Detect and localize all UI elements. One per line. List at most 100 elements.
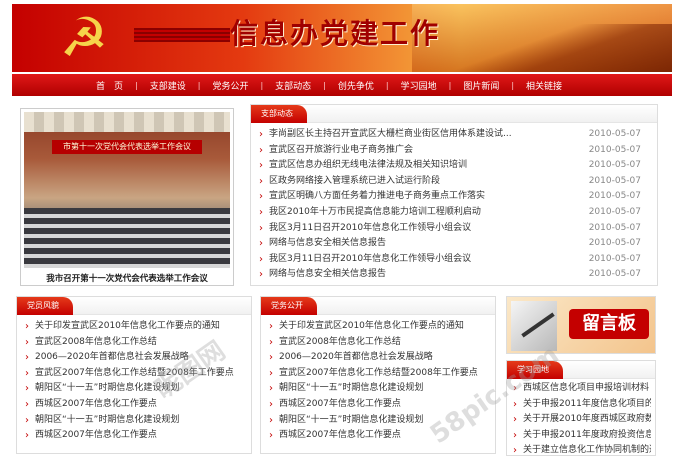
news-title[interactable]: 我区2010年十万市民提高信息能力培训工程顺利启动 (269, 207, 481, 217)
dynamics-list: 李尚副区长主持召开宣武区大栅栏商业街区信用体系建设试...2010-05-07 … (251, 123, 657, 283)
news-title[interactable]: 区政务网络接入管理系统已进入试运行阶段 (269, 176, 440, 186)
party-affairs-panel: 党务公开 关于印发宣武区2010年信息化工作要点的通知 宣武区2008年信息化工… (260, 296, 496, 454)
guestbook-banner[interactable]: 留言板 (506, 296, 656, 354)
party-affairs-list: 关于印发宣武区2010年信息化工作要点的通知 宣武区2008年信息化工作总结 2… (261, 315, 495, 444)
news-title[interactable]: 李尚副区长主持召开宣武区大栅栏商业街区信用体系建设试... (269, 129, 512, 139)
news-title[interactable]: 关于建立信息化工作协同机制的通知 (523, 445, 651, 455)
list-item[interactable]: 宣武区召开旅游行业电子商务推广会 2010-05-07 (259, 143, 649, 159)
news-title[interactable]: 朝阳区“十一五”时期信息化建设规划 (279, 383, 423, 393)
list-item[interactable]: 网络与信息安全相关信息报告 2010-05-07 (259, 236, 649, 252)
news-title[interactable]: 我区3月11日召开2010年信息化工作领导小组会议 (269, 254, 471, 264)
photo-caption[interactable]: 我市召开第十一次党代会代表选举工作会议 (24, 272, 230, 284)
photo-news[interactable]: 市第十一次党代会代表选举工作会议 我市召开第十一次党代会代表选举工作会议 (20, 108, 234, 286)
news-title[interactable]: 关于申报2011年度信息化项目的通... (523, 399, 651, 409)
news-title[interactable]: 西城区2007年信息化工作要点 (279, 399, 401, 409)
list-item[interactable]: 宣武区信息办组织无线电法律法规及相关知识培训 2010-05-07 (259, 158, 649, 174)
news-title[interactable]: 关于申报2011年度政府投资信息化... (523, 430, 651, 440)
list-item[interactable]: 李尚副区长主持召开宣武区大栅栏商业街区信用体系建设试... 2010-05-07 (259, 127, 649, 143)
nav-excellence[interactable]: 创先争优 (326, 79, 386, 92)
list-item[interactable]: 西城区2007年信息化工作要点 (25, 397, 243, 413)
dynamics-panel: 支部动态 李尚副区长主持召开宣武区大栅栏商业街区信用体系建设试... 2010-0… (250, 104, 658, 286)
news-title[interactable]: 宣武区信息办组织无线电法律法规及相关知识培训 (269, 160, 467, 170)
list-item[interactable]: 朝阳区“十一五”时期信息化建设规划 (269, 413, 487, 429)
mountain-decoration (432, 24, 672, 72)
party-build-panel: 党员风貌 关于印发宣武区2010年信息化工作要点的通知 宣武区2008年信息化工… (16, 296, 252, 454)
list-item[interactable]: 朝阳区“十一五”时期信息化建设规划 (269, 381, 487, 397)
nav-home[interactable]: 首 页 (84, 79, 135, 92)
news-title[interactable]: 我区3月11日召开2010年信息化工作领导小组会议 (269, 223, 471, 233)
guestbook-label[interactable]: 留言板 (569, 309, 649, 339)
news-date: 2010-05-07 (588, 144, 641, 155)
list-item[interactable]: 关于开展2010年度西城区政府数字主... (513, 412, 651, 428)
title-decoration (134, 28, 230, 42)
news-title[interactable]: 西城区信息化项目申报培训材料 (523, 383, 649, 393)
news-title[interactable]: 西城区2007年信息化工作要点 (35, 399, 157, 409)
list-item[interactable]: 西城区2007年信息化工作要点 (269, 428, 487, 444)
news-title[interactable]: 网络与信息安全相关信息报告 (269, 238, 386, 248)
list-item[interactable]: 宣武区明确八方面任务着力推进电子商务重点工作落实 2010-05-07 (259, 189, 649, 205)
stage-banner: 市第十一次党代会代表选举工作会议 (52, 140, 202, 154)
list-item[interactable]: 我区3月11日召开2010年信息化工作领导小组会议 2010-05-07 (259, 221, 649, 237)
nav-photo-news[interactable]: 图片新闻 (451, 79, 511, 92)
list-item[interactable]: 朝阳区“十一五”时期信息化建设规划 (25, 413, 243, 429)
news-date: 2010-05-07 (588, 191, 641, 202)
list-item[interactable]: 我区2010年十万市民提高信息能力培训工程顺利启动 2010-05-07 (259, 205, 649, 221)
news-title[interactable]: 2006—2020年首都信息社会发展战略 (279, 352, 433, 362)
news-title[interactable]: 西城区2007年信息化工作要点 (279, 430, 401, 440)
news-title[interactable]: 关于开展2010年度西城区政府数字主... (523, 414, 651, 424)
list-item[interactable]: 关于申报2011年度政府投资信息化... (513, 428, 651, 444)
main-nav: 首 页 | 支部建设 | 党务公开 | 支部动态 | 创先争优 | 学习园地 | 图片新闻 |… (12, 74, 672, 96)
list-item[interactable]: 西城区2007年信息化工作要点 (25, 428, 243, 444)
news-title[interactable]: 西城区2007年信息化工作要点 (35, 430, 157, 440)
news-title[interactable]: 宣武区明确八方面任务着力推进电子商务重点工作落实 (269, 191, 485, 201)
news-title[interactable]: 关于印发宣武区2010年信息化工作要点的通知 (35, 321, 220, 331)
news-date: 2010-05-07 (588, 129, 641, 139)
nav-study[interactable]: 学习园地 (389, 79, 449, 92)
news-date: 2010-05-07 (588, 175, 641, 186)
list-item[interactable]: 西城区信息化项目申报培训材料 (513, 381, 651, 397)
list-item[interactable]: 关于印发宣武区2010年信息化工作要点的通知 (25, 319, 243, 335)
list-item[interactable]: 关于印发宣武区2010年信息化工作要点的通知 (269, 319, 487, 335)
news-title[interactable]: 宣武区召开旅游行业电子商务推广会 (269, 145, 413, 155)
list-item[interactable]: 关于建立信息化工作协同机制的通知 (513, 443, 651, 459)
news-date: 2010-05-07 (588, 238, 641, 249)
news-title[interactable]: 网络与信息安全相关信息报告 (269, 269, 386, 279)
news-title[interactable]: 宣武区2007年信息化工作总结暨2008年工作要点 (279, 368, 478, 378)
nav-branch-building[interactable]: 支部建设 (138, 79, 198, 92)
party-affairs-header: 党务公开 (261, 297, 495, 315)
news-title[interactable]: 2006—2020年首都信息社会发展战略 (35, 352, 189, 362)
study-title: 学习园地 (507, 361, 563, 379)
list-item[interactable]: 网络与信息安全相关信息报告 2010-05-07 (259, 267, 649, 283)
meeting-photo[interactable]: 市第十一次党代会代表选举工作会议 (24, 112, 230, 268)
party-emblem-icon: ☭ (59, 6, 109, 69)
party-build-header: 党员风貌 (17, 297, 251, 315)
list-item[interactable]: 朝阳区“十一五”时期信息化建设规划 (25, 381, 243, 397)
list-item[interactable]: 宣武区2007年信息化工作总结暨2008年工作要点 (269, 366, 487, 382)
news-title[interactable]: 朝阳区“十一五”时期信息化建设规划 (279, 415, 423, 425)
nav-links[interactable]: 相关链接 (514, 79, 574, 92)
news-title[interactable]: 宣武区2008年信息化工作总结 (35, 337, 157, 347)
list-item[interactable]: 2006—2020年首都信息社会发展战略 (269, 350, 487, 366)
news-date: 2010-05-07 (588, 206, 641, 217)
news-title[interactable]: 朝阳区“十一五”时期信息化建设规划 (35, 383, 179, 393)
study-list: 西城区信息化项目申报培训材料 关于申报2011年度信息化项目的通... 关于开展… (507, 379, 655, 459)
list-item[interactable]: 我区3月11日召开2010年信息化工作领导小组会议 2010-05-07 (259, 252, 649, 268)
party-build-title: 党员风貌 (17, 297, 73, 315)
party-build-list: 关于印发宣武区2010年信息化工作要点的通知 宣武区2008年信息化工作总结 2… (17, 315, 251, 444)
list-item[interactable]: 区政务网络接入管理系统已进入试运行阶段 2010-05-07 (259, 174, 649, 190)
list-item[interactable]: 宣武区2007年信息化工作总结暨2008年工作要点 (25, 366, 243, 382)
news-title[interactable]: 宣武区2008年信息化工作总结 (279, 337, 401, 347)
study-panel: 学习园地 西城区信息化项目申报培训材料 关于申报2011年度信息化项目的通...… (506, 360, 656, 459)
news-date: 2010-05-07 (588, 253, 641, 264)
nav-branch-news[interactable]: 支部动态 (263, 79, 323, 92)
list-item[interactable]: 2006—2020年首都信息社会发展战略 (25, 350, 243, 366)
news-title[interactable]: 宣武区2007年信息化工作总结暨2008年工作要点 (35, 368, 234, 378)
list-item[interactable]: 西城区2007年信息化工作要点 (269, 397, 487, 413)
dynamics-header: 支部动态 (251, 105, 657, 123)
list-item[interactable]: 关于申报2011年度信息化项目的通... (513, 397, 651, 413)
news-title[interactable]: 朝阳区“十一五”时期信息化建设规划 (35, 415, 179, 425)
list-item[interactable]: 宣武区2008年信息化工作总结 (25, 335, 243, 351)
list-item[interactable]: 宣武区2008年信息化工作总结 (269, 335, 487, 351)
news-title[interactable]: 关于印发宣武区2010年信息化工作要点的通知 (279, 321, 464, 331)
nav-party-affairs[interactable]: 党务公开 (200, 79, 260, 92)
